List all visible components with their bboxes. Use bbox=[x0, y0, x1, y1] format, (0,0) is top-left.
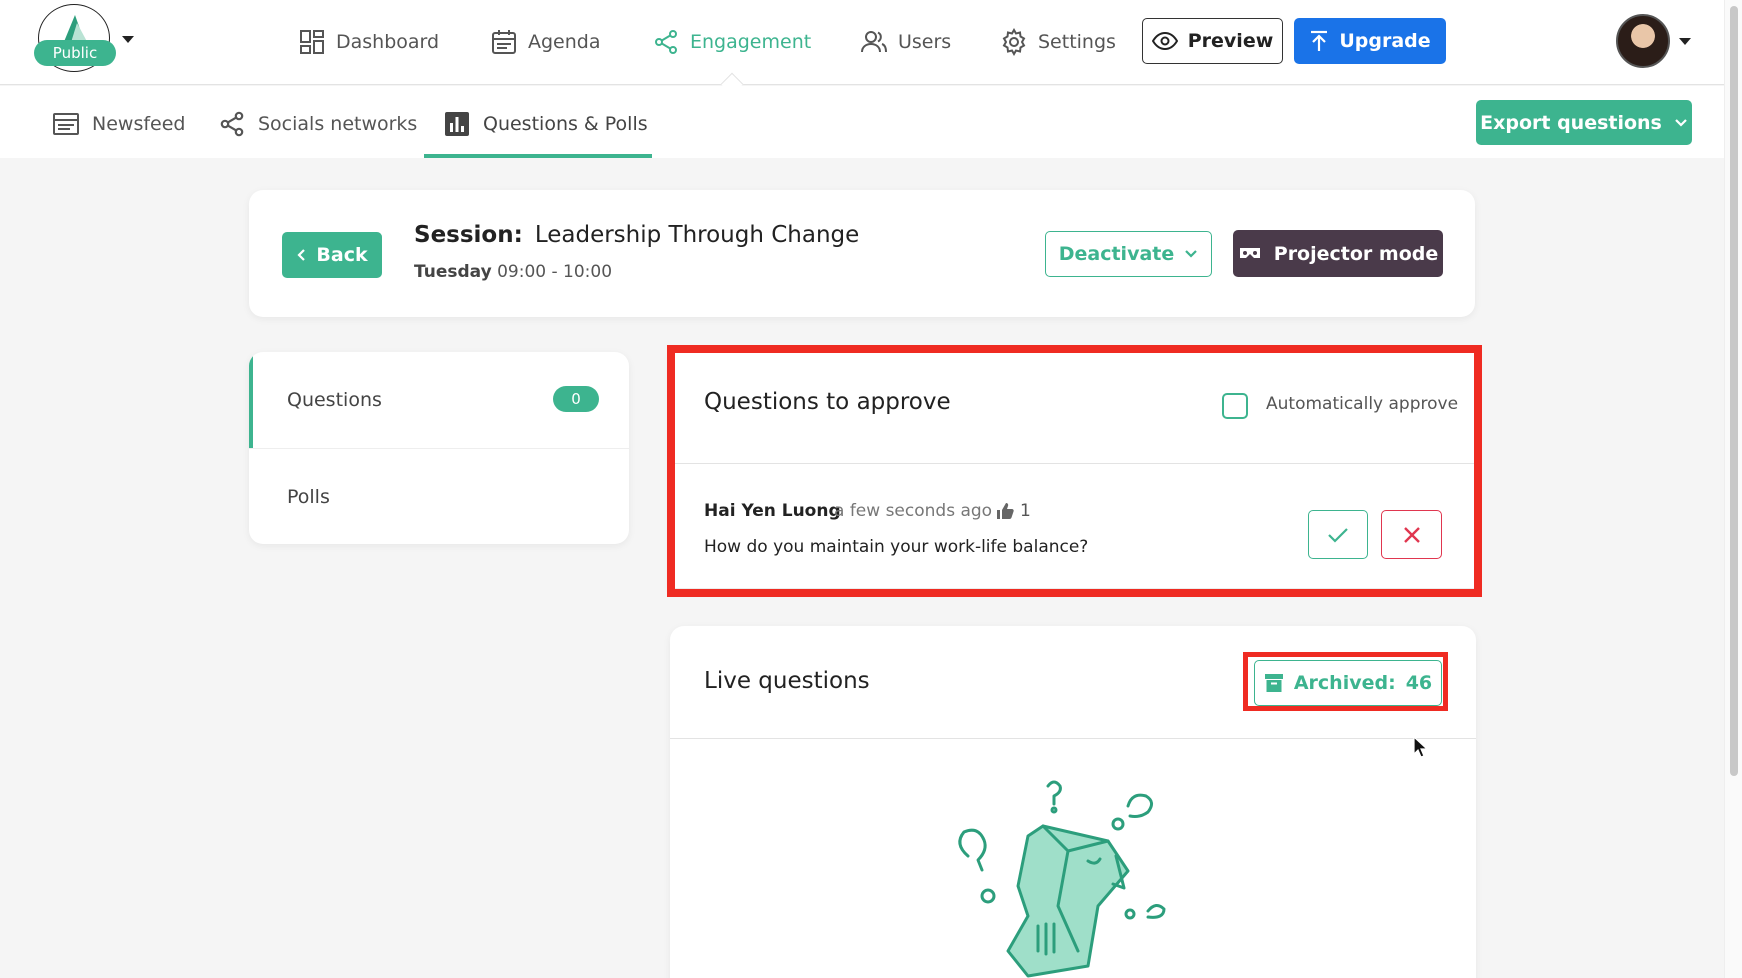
thumbs-up-icon bbox=[997, 503, 1014, 519]
preview-button[interactable]: Preview bbox=[1142, 18, 1283, 64]
subnav-newsfeed[interactable]: Newsfeed bbox=[52, 104, 185, 144]
upload-icon bbox=[1311, 30, 1328, 51]
session-day: Tuesday bbox=[414, 262, 492, 282]
question-likes: 1 bbox=[996, 501, 1031, 521]
session-title: Session: Leadership Through Change bbox=[414, 222, 859, 248]
share-icon bbox=[655, 30, 677, 54]
archive-box-icon bbox=[1264, 674, 1283, 692]
back-label: Back bbox=[316, 244, 368, 266]
questions-polls-sidebar: Questions 0 Polls bbox=[249, 352, 629, 544]
nav-engagement[interactable]: Engagement bbox=[652, 22, 811, 62]
export-questions-button[interactable]: Export questions bbox=[1476, 100, 1692, 145]
live-section-title: Live questions bbox=[704, 668, 870, 694]
calendar-icon bbox=[492, 30, 516, 54]
chevron-left-icon bbox=[297, 249, 306, 261]
active-subnav-underline bbox=[424, 154, 652, 158]
close-icon bbox=[1403, 526, 1420, 543]
reject-question-button[interactable] bbox=[1381, 510, 1442, 559]
sidebar-item-label: Polls bbox=[287, 485, 330, 508]
question-text: How do you maintain your work-life balan… bbox=[704, 537, 1089, 557]
gear-icon bbox=[1002, 28, 1026, 56]
session-hours: 09:00 - 10:00 bbox=[497, 262, 613, 282]
session-name: Leadership Through Change bbox=[534, 222, 860, 248]
nav-settings[interactable]: Settings bbox=[1000, 22, 1116, 62]
check-icon bbox=[1328, 527, 1348, 543]
nav-users[interactable]: Users bbox=[860, 22, 951, 62]
export-label: Export questions bbox=[1480, 111, 1662, 134]
users-icon bbox=[861, 31, 887, 53]
deactivate-label: Deactivate bbox=[1058, 243, 1175, 265]
share-icon bbox=[220, 111, 244, 137]
upgrade-label: Upgrade bbox=[1339, 30, 1431, 52]
dashboard-icon bbox=[300, 30, 324, 54]
questions-count-badge: 0 bbox=[553, 386, 599, 412]
projector-label: Projector mode bbox=[1273, 242, 1439, 265]
section-divider bbox=[670, 463, 1476, 464]
nav-agenda[interactable]: Agenda bbox=[490, 22, 601, 62]
logo-dropdown-caret-icon[interactable] bbox=[122, 36, 134, 43]
nav-dashboard[interactable]: Dashboard bbox=[298, 22, 439, 62]
auto-approve-label[interactable]: Automatically approve bbox=[1266, 394, 1458, 414]
deactivate-button[interactable]: Deactivate bbox=[1045, 231, 1212, 277]
archived-count: 46 bbox=[1405, 672, 1433, 694]
archived-questions-button[interactable]: Archived: 46 bbox=[1254, 660, 1442, 706]
subnav-questions-polls[interactable]: Questions & Polls bbox=[443, 104, 648, 144]
live-questions-card: Live questions Archived: 46 bbox=[670, 626, 1476, 978]
approve-section-title: Questions to approve bbox=[704, 389, 951, 415]
subnav-label: Socials networks bbox=[258, 113, 418, 135]
session-header-card: Back Session: Leadership Through Change T… bbox=[249, 190, 1475, 317]
sidebar-item-questions[interactable]: Questions 0 bbox=[249, 352, 629, 448]
eye-icon bbox=[1151, 31, 1178, 51]
nav-label: Settings bbox=[1038, 31, 1116, 53]
sidebar-item-polls[interactable]: Polls bbox=[249, 448, 629, 544]
top-navigation-bar: Public Dashboard Agenda Engagement Users… bbox=[0, 0, 1724, 85]
subnav-label: Newsfeed bbox=[92, 113, 186, 135]
mouse-cursor-icon bbox=[1413, 736, 1429, 758]
chevron-down-icon bbox=[1185, 250, 1198, 258]
scrollbar-thumb[interactable] bbox=[1730, 6, 1738, 776]
section-divider bbox=[670, 738, 1476, 739]
back-button[interactable]: Back bbox=[282, 232, 382, 278]
nav-label: Engagement bbox=[690, 31, 812, 53]
nav-label: Users bbox=[898, 31, 952, 53]
projector-mode-button[interactable]: Projector mode bbox=[1233, 230, 1443, 277]
public-status-badge[interactable]: Public bbox=[34, 40, 116, 66]
session-prefix: Session: bbox=[414, 222, 523, 248]
approve-question-button[interactable] bbox=[1308, 510, 1368, 559]
session-time: Tuesday 09:00 - 10:00 bbox=[414, 262, 612, 282]
likes-count: 1 bbox=[1020, 501, 1031, 521]
sidebar-item-label: Questions bbox=[287, 389, 382, 411]
subnav-social-networks[interactable]: Socials networks bbox=[218, 104, 417, 144]
empty-questions-illustration bbox=[958, 780, 1166, 978]
subnav-label: Questions & Polls bbox=[483, 113, 648, 135]
chevron-down-icon bbox=[1675, 118, 1687, 127]
upgrade-button[interactable]: Upgrade bbox=[1294, 18, 1446, 64]
vr-headset-icon bbox=[1239, 247, 1260, 258]
archived-label: Archived: bbox=[1293, 672, 1396, 694]
nav-label: Dashboard bbox=[336, 31, 440, 53]
sub-navigation-bar: Newsfeed Socials networks Questions & Po… bbox=[0, 86, 1724, 158]
auto-approve-checkbox[interactable] bbox=[1222, 393, 1248, 419]
preview-label: Preview bbox=[1187, 30, 1274, 52]
nav-label: Agenda bbox=[528, 31, 601, 53]
question-timestamp: a few seconds ago bbox=[834, 501, 993, 521]
page-scrollbar[interactable] bbox=[1724, 0, 1742, 978]
user-avatar[interactable] bbox=[1616, 14, 1670, 68]
questions-to-approve-card: Questions to approve Automatically appro… bbox=[670, 353, 1476, 588]
question-author: Hai Yen Luong bbox=[704, 501, 841, 521]
bar-chart-icon bbox=[445, 112, 469, 136]
newsfeed-icon bbox=[53, 113, 79, 135]
avatar-dropdown-caret-icon[interactable] bbox=[1679, 38, 1691, 45]
